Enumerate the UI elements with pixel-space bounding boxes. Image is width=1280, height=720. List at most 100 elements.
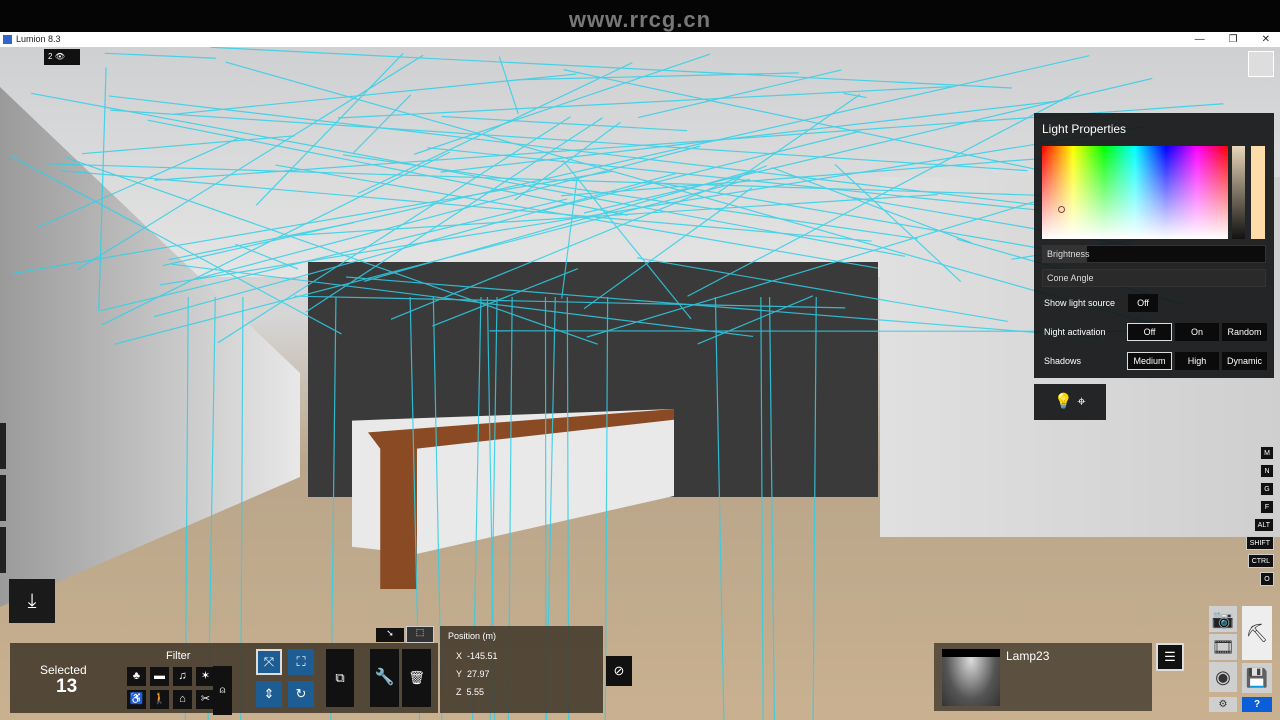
sliders-icon: ☰ (1164, 649, 1176, 664)
lamp-thumbnail (942, 649, 1000, 706)
brightness-label: Brightness (1047, 249, 1090, 259)
properties-button[interactable]: 🔧 (370, 649, 399, 707)
scale-button[interactable]: ⛶ (288, 649, 314, 675)
light-line (346, 276, 1099, 339)
color-value-slider[interactable] (1232, 146, 1245, 239)
movie-mode-button[interactable]: 🎞 (1209, 634, 1237, 660)
floppy-disk-icon: 💾 (1245, 668, 1269, 688)
pointer-icon: ➘ (386, 628, 394, 638)
filter-car-button[interactable]: ▬ (150, 667, 169, 686)
position-y[interactable]: Y 27.97 (456, 669, 490, 679)
key-n[interactable]: N (1260, 464, 1274, 478)
side-tab[interactable] (0, 423, 6, 469)
save-button[interactable]: 💾 (1242, 663, 1272, 693)
filter-house-button[interactable]: ⌂ (173, 690, 192, 709)
help-button[interactable]: ? (1242, 697, 1272, 712)
lightbulb-icon[interactable]: 💡 (1054, 393, 1073, 410)
shadows-dynamic[interactable]: Dynamic (1222, 352, 1267, 370)
photo-mode-button[interactable]: 📷 (1209, 606, 1237, 632)
show-light-source-toggle[interactable]: Off (1128, 294, 1158, 312)
watermark: www.rrcg.cn (568, 7, 712, 32)
light-properties-panel: Light Properties Brightness Cone Angle S… (1034, 113, 1274, 378)
shadows-label: Shadows (1044, 356, 1082, 366)
position-panel: Position (m) X -145.51 Y 27.97 Z 5.55 (440, 626, 603, 713)
light-line (432, 268, 579, 327)
delete-button[interactable]: 🗑 (402, 649, 431, 707)
360-mode-button[interactable]: ◉ (1209, 662, 1237, 692)
color-picker[interactable] (1042, 146, 1228, 239)
light-line (498, 56, 519, 115)
key-shift[interactable]: SHIFT (1245, 536, 1274, 550)
select-mode-button[interactable]: ➘ (376, 628, 404, 642)
download-icon: ⤓ (27, 590, 37, 612)
minimize-button[interactable]: — (1195, 32, 1205, 47)
camera-indicator[interactable]: 2 👁 (44, 49, 80, 65)
clone-button[interactable]: ⧉ (326, 649, 354, 707)
z-label: Z (456, 687, 462, 697)
key-g[interactable]: G (1260, 482, 1274, 496)
scale-icon: ⛶ (296, 654, 306, 669)
y-value: 27.97 (467, 669, 490, 679)
object-name: Lamp23 (1006, 649, 1050, 663)
color-cursor[interactable] (1058, 206, 1065, 213)
filter-all-button[interactable]: ⍝ (213, 666, 232, 715)
light-line (337, 85, 952, 119)
light-line (98, 67, 107, 312)
shadows-medium[interactable]: Medium (1127, 352, 1172, 370)
preview-toggle-button[interactable] (1248, 51, 1274, 77)
move-icon: ⤧ (263, 654, 275, 669)
selected-label: Selected (40, 663, 87, 677)
night-activation-on[interactable]: On (1175, 323, 1219, 341)
night-activation-off[interactable]: Off (1127, 323, 1172, 341)
light-line (514, 121, 621, 201)
settings-button[interactable]: ⚙ (1209, 697, 1237, 712)
worker-icon: ⛏ (1245, 623, 1269, 643)
cone-angle-slider[interactable]: Cone Angle (1042, 269, 1266, 287)
light-line (812, 296, 817, 720)
position-z[interactable]: Z 5.55 (456, 687, 484, 697)
filter-music-button[interactable]: ♫ (173, 667, 192, 686)
light-line (414, 53, 711, 155)
window-title: Lumion 8.3 (16, 34, 61, 44)
light-line (108, 95, 1145, 219)
position-x[interactable]: X -145.51 (456, 651, 498, 661)
filter-chair-button[interactable]: ♿ (127, 690, 146, 709)
shadows-high[interactable]: High (1175, 352, 1219, 370)
chair-icon: ♿ (129, 693, 144, 705)
close-button[interactable]: ✕ (1262, 32, 1270, 47)
crosshair-icon[interactable]: ⌖ (1077, 393, 1085, 410)
side-tab[interactable] (0, 527, 6, 573)
move-vertical-button[interactable]: ⇕ (256, 681, 282, 707)
light-line (210, 47, 1012, 89)
filter-person-button[interactable]: 🚶 (150, 690, 169, 709)
panorama-icon: ◉ (1215, 667, 1231, 687)
light-line (294, 295, 846, 309)
brightness-slider[interactable]: Brightness (1042, 245, 1266, 263)
key-f[interactable]: F (1260, 500, 1274, 514)
house-icon: ⌂ (179, 693, 186, 705)
key-ctrl[interactable]: CTRL (1247, 554, 1274, 568)
drop-object-button[interactable]: ⤓ (9, 579, 55, 623)
film-icon: 🎞 (1211, 637, 1235, 657)
vertical-arrows-icon: ⇕ (263, 686, 275, 701)
light-tools: 💡 ⌖ (1034, 384, 1106, 420)
wrench-icon: 🔧 (374, 669, 395, 686)
rotate-button[interactable]: ↻ (288, 681, 314, 707)
settings-sliders-button[interactable]: ☰ (1156, 643, 1184, 671)
build-mode-button[interactable]: ⛏ (1242, 606, 1272, 660)
person-icon: 🚶 (152, 693, 167, 705)
watermark-bar: www.rrcg.cn (0, 0, 1280, 32)
tools-icon: ✂ (200, 693, 211, 705)
cancel-button[interactable]: ⊘ (606, 656, 632, 686)
move-horizontal-button[interactable]: ⤧ (256, 649, 282, 675)
key-m[interactable]: M (1260, 446, 1274, 460)
app-logo-icon (3, 35, 12, 44)
maximize-button[interactable]: ❐ (1229, 32, 1238, 47)
night-activation-random[interactable]: Random (1222, 323, 1267, 341)
side-tab[interactable] (0, 475, 6, 521)
prohibit-icon: ⊘ (613, 663, 625, 678)
filter-tree-button[interactable]: ♣ (127, 667, 146, 686)
box-select-button[interactable]: ⬚ (406, 626, 434, 643)
key-alt[interactable]: ALT (1253, 518, 1274, 532)
key-o[interactable]: O (1260, 572, 1274, 586)
